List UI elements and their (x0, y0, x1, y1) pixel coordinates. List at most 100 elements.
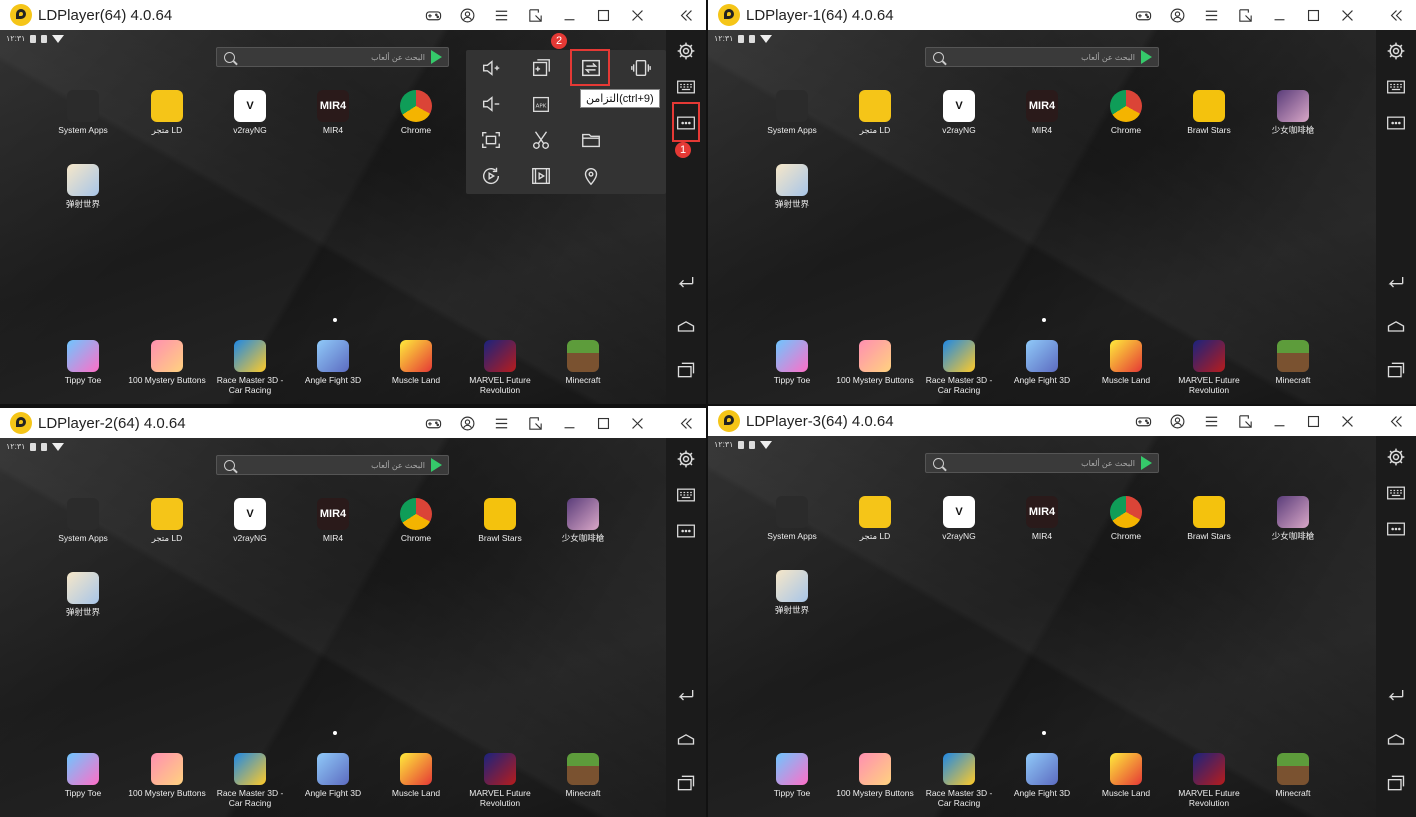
account-icon[interactable] (450, 0, 484, 30)
home-icon[interactable] (666, 723, 706, 755)
video-icon[interactable] (521, 161, 561, 191)
app-minecraft[interactable]: Minecraft (543, 753, 623, 798)
account-icon[interactable] (1160, 406, 1194, 436)
app-angle-fight[interactable]: Angle Fight 3D (293, 340, 373, 385)
app-mystery-buttons[interactable]: 100 Mystery Buttons (835, 340, 915, 385)
home-icon[interactable] (1376, 310, 1416, 342)
maximize-icon[interactable] (586, 408, 620, 438)
settings-icon[interactable] (1376, 35, 1416, 67)
app-brawl-stars[interactable]: Brawl Stars (1169, 496, 1249, 541)
close-icon[interactable] (620, 408, 654, 438)
recents-icon[interactable] (666, 767, 706, 799)
app-world-flipper[interactable]: 弹射世界 (43, 164, 123, 209)
gamepad-icon[interactable] (416, 0, 450, 30)
gamepad-icon[interactable] (1126, 0, 1160, 30)
folder-icon[interactable] (571, 125, 611, 155)
app-brawl-stars[interactable]: Brawl Stars (1169, 90, 1249, 135)
resize-window-icon[interactable] (1228, 0, 1262, 30)
settings-icon[interactable] (1376, 441, 1416, 473)
location-icon[interactable] (571, 161, 611, 191)
app-world-flipper[interactable]: 弹射世界 (752, 570, 832, 615)
keyboard-icon[interactable] (666, 479, 706, 511)
back-icon[interactable] (1376, 679, 1416, 711)
title-bar[interactable]: LDPlayer-1(64) 4.0.64 (708, 0, 1416, 30)
collapse-sidebar-icon[interactable] (1379, 0, 1413, 30)
app-ld-store[interactable]: متجر LD (127, 90, 207, 135)
search-bar[interactable]: البحث عن ألعاب (925, 453, 1159, 473)
app-race-master[interactable]: Race Master 3D - Car Racing (919, 753, 999, 808)
app-ld-store[interactable]: متجر LD (127, 498, 207, 543)
more-options-icon[interactable] (666, 515, 706, 547)
menu-icon[interactable] (1194, 0, 1228, 30)
account-icon[interactable] (1160, 0, 1194, 30)
app-angle-fight[interactable]: Angle Fight 3D (1002, 340, 1082, 385)
resize-window-icon[interactable] (1228, 406, 1262, 436)
menu-icon[interactable] (484, 408, 518, 438)
app-minecraft[interactable]: Minecraft (543, 340, 623, 385)
collapse-sidebar-icon[interactable] (669, 408, 703, 438)
app-minecraft[interactable]: Minecraft (1253, 340, 1333, 385)
more-options-icon[interactable] (1376, 513, 1416, 545)
app-muscle-land[interactable]: Muscle Land (1086, 753, 1166, 798)
resize-window-icon[interactable] (518, 0, 552, 30)
app-angle-fight[interactable]: Angle Fight 3D (1002, 753, 1082, 798)
maximize-icon[interactable] (1296, 0, 1330, 30)
volume-up-icon[interactable] (471, 53, 511, 83)
collapse-sidebar-icon[interactable] (669, 0, 703, 30)
app-system-apps[interactable]: System Apps (43, 498, 123, 543)
app-race-master[interactable]: Race Master 3D - Car Racing (919, 340, 999, 395)
app-girls-cafe-gun[interactable]: 少女咖啡槍 (1253, 90, 1333, 135)
minimize-icon[interactable] (1262, 0, 1296, 30)
gamepad-icon[interactable] (1126, 406, 1160, 436)
title-bar[interactable]: LDPlayer(64) 4.0.64 (0, 0, 706, 30)
app-system-apps[interactable]: System Apps (752, 90, 832, 135)
minimize-icon[interactable] (1262, 406, 1296, 436)
keyboard-icon[interactable] (1376, 71, 1416, 103)
screenshot-icon[interactable] (471, 125, 511, 155)
app-mystery-buttons[interactable]: 100 Mystery Buttons (127, 753, 207, 798)
app-mir4[interactable]: MIR4 MIR4 (293, 90, 373, 135)
app-race-master[interactable]: Race Master 3D - Car Racing (210, 340, 290, 395)
gamepad-icon[interactable] (416, 408, 450, 438)
keyboard-icon[interactable] (666, 71, 706, 103)
app-tippy-toe[interactable]: Tippy Toe (752, 753, 832, 798)
app-chrome[interactable]: Chrome (376, 498, 456, 543)
app-chrome[interactable]: Chrome (376, 90, 456, 135)
app-mystery-buttons[interactable]: 100 Mystery Buttons (835, 753, 915, 798)
app-ld-store[interactable]: متجر LD (835, 90, 915, 135)
close-icon[interactable] (1330, 0, 1364, 30)
app-mir4[interactable]: MIR4 MIR4 (1002, 90, 1082, 135)
app-v2rayng[interactable]: Vv2rayNG (210, 498, 290, 543)
app-ld-store[interactable]: متجر LD (835, 496, 915, 541)
resize-window-icon[interactable] (518, 408, 552, 438)
app-muscle-land[interactable]: Muscle Land (376, 753, 456, 798)
menu-icon[interactable] (484, 0, 518, 30)
app-girls-cafe-gun[interactable]: 少女咖啡槍 (543, 498, 623, 543)
app-girls-cafe-gun[interactable]: 少女咖啡槍 (1253, 496, 1333, 541)
search-bar[interactable]: البحث عن ألعاب (216, 47, 449, 67)
close-icon[interactable] (620, 0, 654, 30)
keyboard-icon[interactable] (1376, 477, 1416, 509)
recents-icon[interactable] (1376, 767, 1416, 799)
more-options-icon[interactable] (1376, 107, 1416, 139)
app-mir4[interactable]: MIR4 MIR4 (293, 498, 373, 543)
back-icon[interactable] (1376, 266, 1416, 298)
back-icon[interactable] (666, 266, 706, 298)
app-mystery-buttons[interactable]: 100 Mystery Buttons (127, 340, 207, 385)
app-muscle-land[interactable]: Muscle Land (1086, 340, 1166, 385)
settings-icon[interactable] (666, 35, 706, 67)
close-icon[interactable] (1330, 406, 1364, 436)
app-system-apps[interactable]: System Apps (752, 496, 832, 541)
app-system-apps[interactable]: System Apps (43, 90, 123, 135)
app-world-flipper[interactable]: 弹射世界 (43, 572, 123, 617)
volume-down-icon[interactable] (471, 89, 511, 119)
android-screen[interactable]: ١٢:٣١ البحث عن ألعاب System Apps متجر LD Vv2… (0, 438, 666, 817)
collapse-sidebar-icon[interactable] (1379, 406, 1413, 436)
search-bar[interactable]: البحث عن ألعاب (925, 47, 1159, 67)
title-bar[interactable]: LDPlayer-2(64) 4.0.64 (0, 408, 706, 438)
app-mir4[interactable]: MIR4 MIR4 (1002, 496, 1082, 541)
home-icon[interactable] (1376, 723, 1416, 755)
settings-icon[interactable] (666, 443, 706, 475)
back-icon[interactable] (666, 679, 706, 711)
home-icon[interactable] (666, 310, 706, 342)
